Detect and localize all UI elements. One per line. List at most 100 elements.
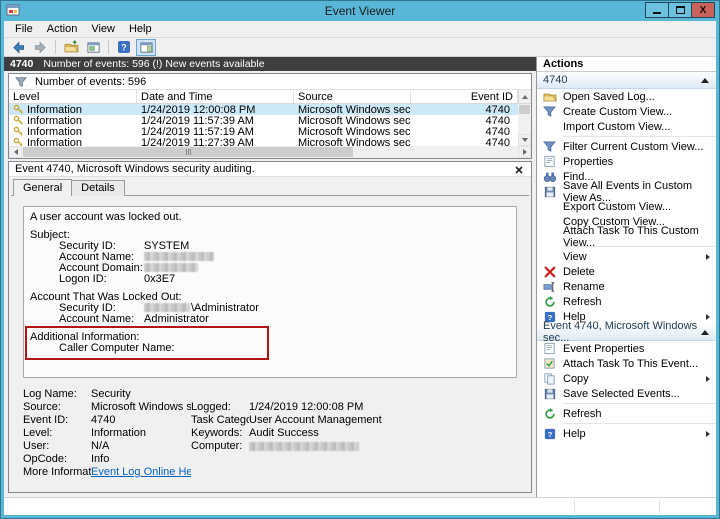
action-refresh[interactable]: Refresh: [537, 294, 716, 309]
console-window-button[interactable]: [83, 39, 103, 56]
action-view[interactable]: View: [537, 249, 716, 264]
action-save-selected-events[interactable]: Save Selected Events...: [537, 386, 716, 401]
action-label: Copy: [563, 373, 589, 385]
user-value: N/A: [91, 440, 191, 453]
menu-view[interactable]: View: [84, 22, 122, 36]
column-header-level[interactable]: Level: [9, 90, 137, 103]
help-button[interactable]: ?: [114, 39, 134, 56]
scroll-down-button[interactable]: [518, 134, 531, 146]
show-action-pane-icon: [139, 40, 154, 55]
action-refresh-event[interactable]: Refresh: [537, 406, 716, 421]
action-label: Event Properties: [563, 343, 644, 355]
toolbar-separator: [55, 40, 56, 54]
field-value: 0x3E7: [144, 274, 175, 285]
keywords-label: Keywords:: [191, 427, 249, 440]
scroll-left-icon: [14, 149, 18, 155]
actions-section-4740[interactable]: 4740: [537, 72, 716, 89]
vertical-scrollbar-thumb[interactable]: [519, 105, 530, 114]
properties-icon: [542, 155, 557, 169]
maximize-button[interactable]: [668, 2, 692, 18]
action-properties[interactable]: Properties: [537, 154, 716, 169]
detail-close-button[interactable]: [512, 163, 526, 176]
redacted-value: [144, 252, 214, 261]
svg-text:?: ?: [121, 43, 127, 53]
menu-help[interactable]: Help: [122, 22, 159, 36]
actions-section-event-4740[interactable]: Event 4740, Microsoft Windows sec...: [537, 324, 716, 341]
table-row[interactable]: Information 1/24/2019 12:00:08 PM Micros…: [9, 104, 518, 115]
scroll-left-button[interactable]: [9, 146, 22, 158]
filter-icon: [15, 76, 27, 88]
row-event-id: 4740: [411, 137, 514, 147]
back-icon: [11, 40, 26, 55]
toolbar: ?: [4, 38, 716, 57]
log-name-label: Log Name:: [23, 388, 91, 401]
field-label: Caller Computer Name:: [30, 343, 175, 354]
collapse-icon[interactable]: [701, 78, 709, 83]
save-icon: [542, 387, 557, 401]
horizontal-scrollbar-track[interactable]: [22, 146, 518, 158]
horizontal-scrollbar[interactable]: [9, 146, 531, 158]
minimize-button[interactable]: [645, 2, 669, 18]
horizontal-scrollbar-thumb[interactable]: [23, 147, 353, 157]
event-log-online-help-link[interactable]: Event Log Online Help: [91, 466, 191, 478]
event-viewer-window: Event Viewer X File Action View Help ?: [0, 0, 720, 519]
status-separator: [659, 500, 660, 513]
menu-action[interactable]: Action: [40, 22, 85, 36]
action-attach-task-custom-view[interactable]: Attach Task To This Custom View...: [537, 229, 716, 244]
back-button[interactable]: [8, 39, 28, 56]
source-value: Microsoft Windows security: [91, 401, 191, 414]
console-window-icon: [86, 40, 101, 55]
scroll-right-button[interactable]: [518, 146, 531, 158]
open-saved-log-icon: [64, 40, 79, 55]
filter-icon: [542, 105, 557, 119]
help-icon: ?: [117, 40, 131, 54]
action-rename[interactable]: Rename: [537, 279, 716, 294]
action-label: Attach Task To This Custom View...: [563, 225, 716, 249]
detail-header: Event 4740, Microsoft Windows security a…: [9, 162, 531, 177]
tab-general[interactable]: General: [13, 179, 72, 196]
forward-icon: [33, 40, 48, 55]
menu-file[interactable]: File: [8, 22, 40, 36]
field-value: SYSTEM: [144, 241, 189, 252]
opcode-label: OpCode:: [23, 453, 91, 466]
event-description-box: A user account was locked out. Subject: …: [23, 206, 517, 378]
action-attach-task-event[interactable]: Attach Task To This Event...: [537, 356, 716, 371]
action-export-custom-view[interactable]: Export Custom View...: [537, 199, 716, 214]
more-info-label: More Information:: [23, 466, 91, 479]
action-save-all-events[interactable]: Save All Events in Custom View As...: [537, 184, 716, 199]
close-button[interactable]: X: [691, 2, 715, 18]
collapse-icon[interactable]: [701, 330, 709, 335]
action-event-properties[interactable]: Event Properties: [537, 341, 716, 356]
table-header: Level Date and Time Source Event ID: [9, 90, 531, 104]
event-list-panel: Number of events: 596 Level Date and Tim…: [8, 73, 532, 159]
redacted-value: [144, 263, 198, 272]
action-create-custom-view[interactable]: Create Custom View...: [537, 104, 716, 119]
minimize-icon: [653, 12, 661, 14]
action-open-saved-log[interactable]: Open Saved Log...: [537, 89, 716, 104]
tab-details[interactable]: Details: [71, 180, 125, 196]
event-summary: A user account was locked out.: [30, 212, 510, 223]
scroll-down-icon: [522, 138, 528, 142]
field-value: Administrator: [144, 314, 209, 325]
action-import-custom-view[interactable]: Import Custom View...: [537, 119, 716, 134]
column-header-source[interactable]: Source: [294, 90, 411, 103]
scroll-up-button[interactable]: [518, 90, 531, 103]
audit-key-icon: [13, 104, 24, 115]
menu-bar: File Action View Help: [4, 21, 716, 38]
action-delete[interactable]: Delete: [537, 264, 716, 279]
vertical-scrollbar[interactable]: [518, 104, 531, 146]
action-label: Create Custom View...: [563, 106, 672, 118]
actions-separator: [563, 136, 716, 137]
forward-button[interactable]: [30, 39, 50, 56]
show-action-pane-button[interactable]: [136, 39, 156, 56]
action-filter-current-custom-view[interactable]: Filter Current Custom View...: [537, 139, 716, 154]
table-row[interactable]: Information 1/24/2019 11:27:39 AM Micros…: [9, 137, 518, 146]
open-saved-log-button[interactable]: [61, 39, 81, 56]
copy-icon: [542, 372, 557, 386]
table-row[interactable]: Information 1/24/2019 11:57:39 AM Micros…: [9, 115, 518, 126]
column-header-date[interactable]: Date and Time: [137, 90, 294, 103]
action-copy[interactable]: Copy: [537, 371, 716, 386]
table-row[interactable]: Information 1/24/2019 11:57:19 AM Micros…: [9, 126, 518, 137]
column-header-event-id[interactable]: Event ID: [411, 90, 518, 103]
action-help-event[interactable]: ?Help: [537, 426, 716, 441]
